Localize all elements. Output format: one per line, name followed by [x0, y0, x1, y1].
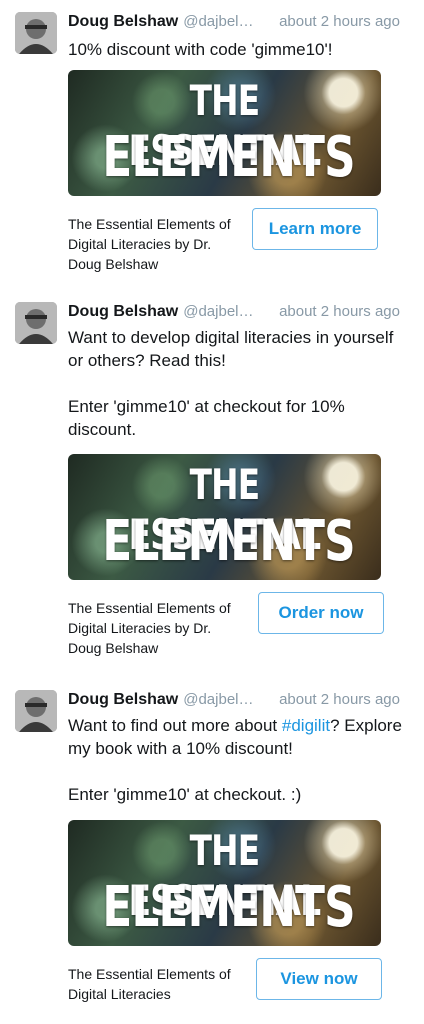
- author-name[interactable]: Doug Belshaw: [68, 13, 178, 30]
- card-title[interactable]: The Essential Elements of Digital Litera…: [68, 598, 243, 658]
- tweet-header: Doug Belshaw @dajbel… about 2 hours ago: [68, 12, 408, 32]
- tweet-line: Enter 'gimme10' at checkout. :): [68, 785, 302, 804]
- tweet-line: 10% discount with code 'gimme10'!: [68, 40, 333, 59]
- tweet-text: 10% discount with code 'gimme10'!: [68, 38, 408, 61]
- banner-title-line: ELEMENTS: [102, 875, 355, 940]
- tweet-header: Doug Belshaw @dajbel… about 2 hours ago: [68, 302, 408, 322]
- banner-title-line: ELEMENTS: [102, 125, 355, 190]
- timestamp[interactable]: about 2 hours ago: [279, 690, 400, 710]
- learn-more-button[interactable]: Learn more: [252, 208, 378, 250]
- timestamp[interactable]: about 2 hours ago: [279, 302, 400, 322]
- card-image[interactable]: THE ESSENTIAL ELEMENTS: [68, 820, 381, 946]
- tweet-text: Want to develop digital literacies in yo…: [68, 326, 408, 441]
- tweet-line: Enter 'gimme10' at checkout for 10% disc…: [68, 397, 345, 439]
- card-image[interactable]: THE ESSENTIAL ELEMENTS: [68, 454, 381, 580]
- avatar[interactable]: [15, 302, 57, 344]
- tweet-header: Doug Belshaw @dajbel… about 2 hours ago: [68, 690, 408, 710]
- avatar[interactable]: [15, 690, 57, 732]
- tweet-text: Want to find out more about #digilit? Ex…: [68, 714, 408, 806]
- card-image[interactable]: THE ESSENTIAL ELEMENTS: [68, 70, 381, 196]
- card-title[interactable]: The Essential Elements of Digital Litera…: [68, 214, 243, 274]
- tweet-line: Want to find out more about #digilit? Ex…: [68, 714, 408, 760]
- banner-title-line: ELEMENTS: [102, 509, 355, 574]
- tweet-line: Want to develop digital literacies in yo…: [68, 328, 394, 370]
- order-now-button[interactable]: Order now: [258, 592, 384, 634]
- author-name[interactable]: Doug Belshaw: [68, 691, 178, 708]
- author-handle[interactable]: @dajbel…: [183, 13, 253, 30]
- card-title[interactable]: The Essential Elements of Digital Litera…: [68, 964, 243, 1004]
- timestamp[interactable]: about 2 hours ago: [279, 12, 400, 32]
- author-name[interactable]: Doug Belshaw: [68, 303, 178, 320]
- hashtag-link[interactable]: #digilit: [282, 716, 330, 735]
- avatar[interactable]: [15, 12, 57, 54]
- author-handle[interactable]: @dajbel…: [183, 691, 253, 708]
- author-handle[interactable]: @dajbel…: [183, 303, 253, 320]
- view-now-button[interactable]: View now: [256, 958, 382, 1000]
- tweet-text-segment: Want to find out more about: [68, 716, 282, 735]
